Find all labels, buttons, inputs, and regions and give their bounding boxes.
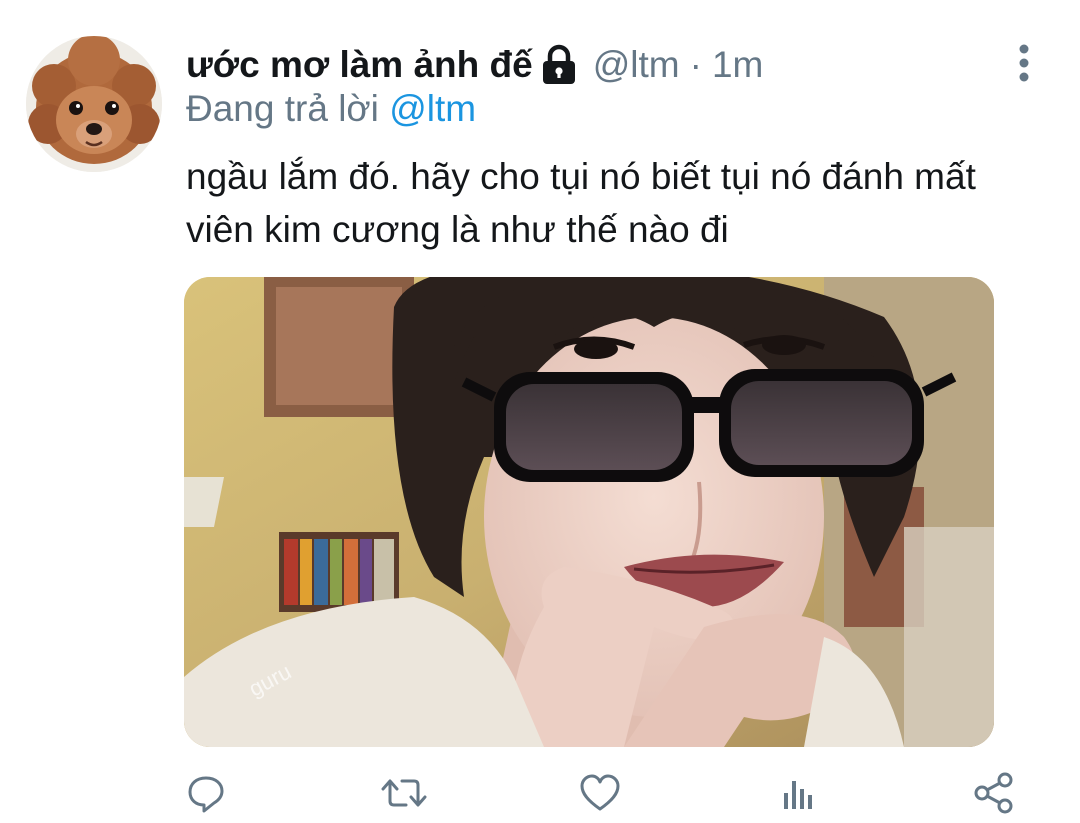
tweet-text: ngầu lắm đó. hãy cho tụi nó biết tụi nó … xyxy=(186,156,976,250)
user-handle[interactable]: @ltm xyxy=(593,44,680,86)
replying-to: Đang trả lời @ltm xyxy=(186,88,476,130)
analytics-button[interactable] xyxy=(773,769,821,817)
tweet-actions xyxy=(0,765,1080,823)
reply-to-handle[interactable]: @ltm xyxy=(389,88,476,129)
reply-icon xyxy=(188,776,224,813)
analytics-icon xyxy=(784,781,812,809)
tweet-header: ước mơ làm ảnh đế @ltm · 1m xyxy=(186,40,763,90)
dog-avatar-image xyxy=(26,36,162,172)
heart-icon xyxy=(580,774,620,811)
lock-icon xyxy=(541,44,577,86)
separator-dot: · xyxy=(689,44,702,85)
tweet-media-image[interactable]: guru xyxy=(184,277,994,747)
retweet-button[interactable] xyxy=(380,769,428,817)
reply-button[interactable] xyxy=(182,769,230,817)
timestamp[interactable]: 1m xyxy=(712,44,763,86)
like-button[interactable] xyxy=(576,769,624,817)
share-button[interactable] xyxy=(970,769,1018,817)
share-icon xyxy=(974,772,1013,814)
retweet-icon xyxy=(381,779,427,807)
reply-prefix: Đang trả lời xyxy=(186,88,379,129)
more-vertical-icon[interactable] xyxy=(1010,42,1038,86)
photo-illustration: guru xyxy=(184,277,994,747)
avatar[interactable] xyxy=(26,36,162,172)
display-name[interactable]: ước mơ làm ảnh đế xyxy=(186,44,533,86)
